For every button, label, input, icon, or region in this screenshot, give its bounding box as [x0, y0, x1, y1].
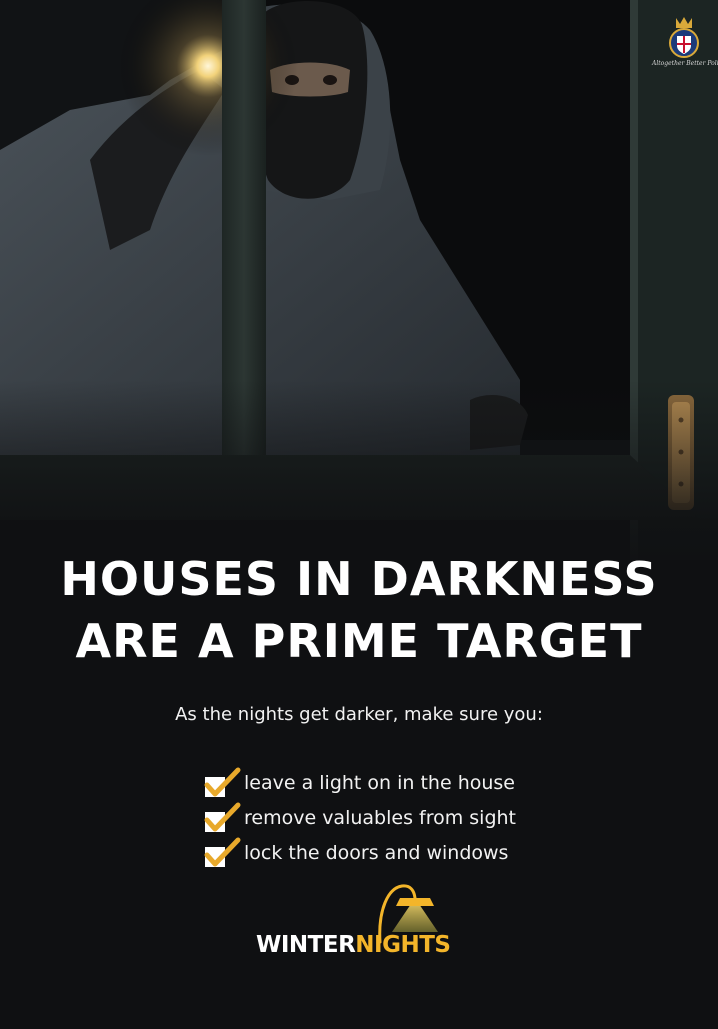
checklist-item-text: leave a light on in the house	[244, 771, 516, 794]
headline: HOUSES IN DARKNESS ARE A PRIME TARGET	[0, 548, 718, 672]
headline-line-1: HOUSES IN DARKNESS	[60, 552, 658, 606]
checkmark-box-icon	[204, 837, 241, 867]
list-item: leave a light on in the house	[202, 765, 516, 800]
checklist: leave a light on in the house remove val…	[202, 765, 516, 870]
logo-word-nights: NIGHTS	[355, 932, 451, 958]
intro-text: As the nights get darker, make sure you:	[175, 704, 543, 725]
police-crest-icon	[669, 17, 699, 58]
checklist-item-text: remove valuables from sight	[244, 806, 516, 829]
checkmark-box-icon	[204, 802, 241, 832]
list-item: lock the doors and windows	[202, 835, 516, 870]
checkmark-box-icon	[204, 767, 241, 797]
checklist-item-text: lock the doors and windows	[244, 841, 509, 864]
logo-text: WINTERNIGHTS	[256, 932, 451, 958]
winter-nights-logo: WINTERNIGHTS	[250, 880, 470, 970]
crest-motto: Altogether Better Policing	[652, 60, 718, 67]
headline-line-2: ARE A PRIME TARGET	[75, 614, 643, 668]
logo-word-winter: WINTER	[256, 932, 356, 958]
poster: Altogether Better Policing HOUSES IN DAR…	[0, 0, 718, 1029]
list-item: remove valuables from sight	[202, 800, 516, 835]
